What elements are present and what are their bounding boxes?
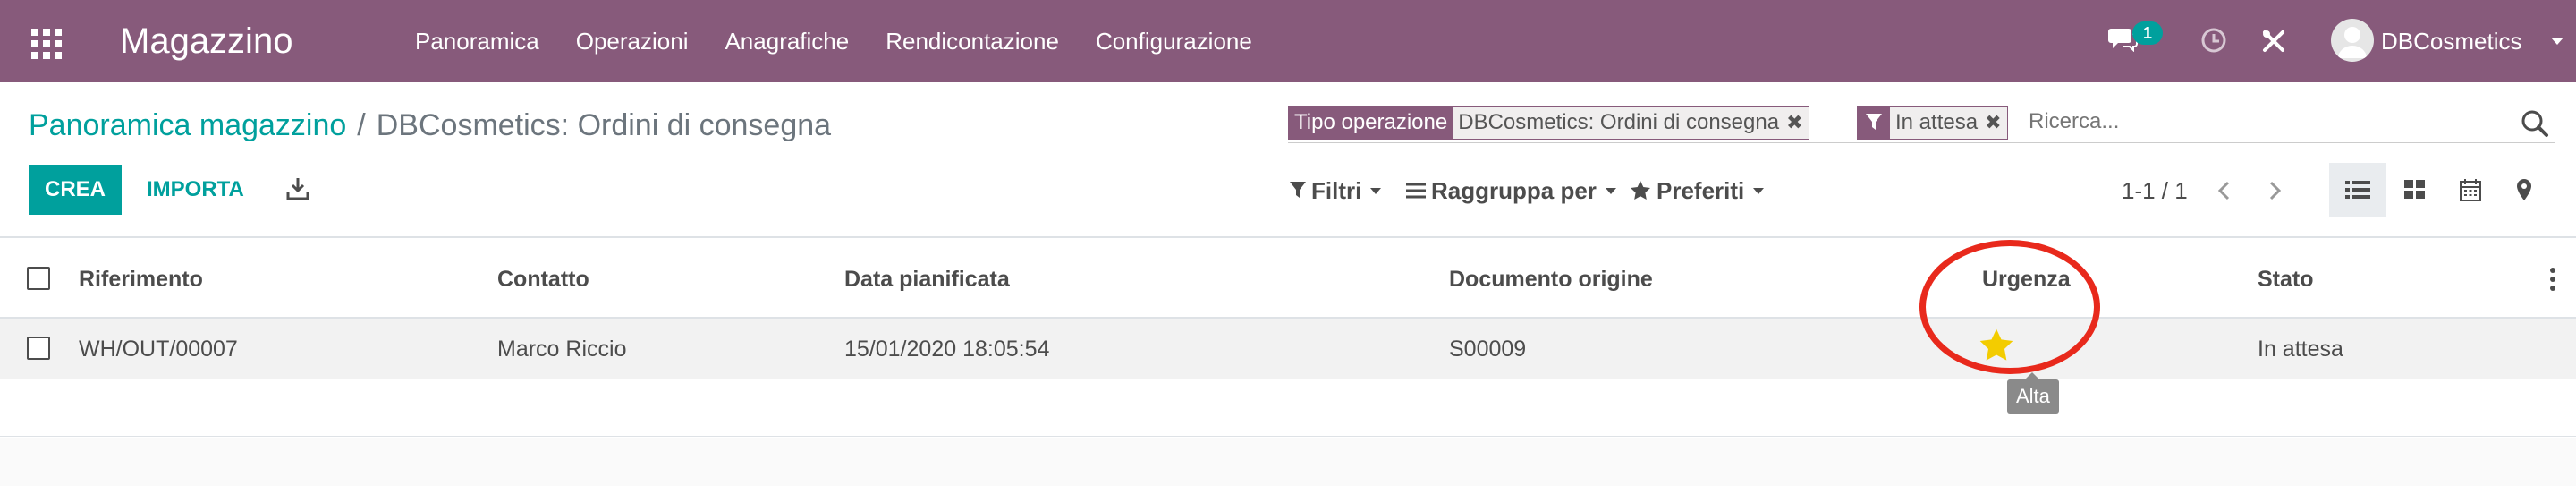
pager-value[interactable]: 1-1 / 1	[2122, 175, 2188, 206]
table-row[interactable]: WH/OUT/00007 Marco Riccio 15/01/2020 18:…	[0, 319, 2576, 379]
breadcrumb: Panoramica magazzino / DBCosmetics: Ordini…	[29, 106, 831, 145]
chat-count-badge: 1	[2132, 21, 2163, 45]
filters-label: Filtri	[1311, 176, 1362, 204]
cell-reference: WH/OUT/00007	[79, 337, 238, 362]
app-name[interactable]: Magazzino	[120, 20, 292, 63]
empty-row	[0, 379, 2576, 437]
column-header-status[interactable]: Stato	[2258, 265, 2314, 294]
priority-tooltip: Alta	[2007, 372, 2059, 414]
facet-value: DBCosmetics: Ordini di consegna ✖	[1453, 107, 1809, 139]
main-menu: Panoramica Operazioni Anagrafiche Rendic…	[415, 25, 1289, 57]
cell-contact: Marco Riccio	[497, 337, 627, 362]
kanban-view-button[interactable]	[2386, 163, 2444, 217]
cell-scheduled-date: 15/01/2020 18:05:54	[844, 337, 1050, 362]
apps-menu-icon[interactable]	[27, 24, 62, 59]
menu-item-panoramica[interactable]: Panoramica	[415, 25, 539, 57]
list-view-icon	[2345, 181, 2370, 199]
list-footer-area	[0, 438, 2576, 486]
user-name[interactable]: DBCosmetics	[2381, 25, 2521, 57]
list-icon	[1406, 183, 1426, 199]
create-button[interactable]: CREA	[29, 165, 122, 215]
facet-value-text: DBCosmetics: Ordini di consegna	[1458, 110, 1780, 134]
list-view-button[interactable]	[2329, 163, 2386, 217]
chevron-down-icon	[1605, 187, 1616, 194]
cell-source-document: S00009	[1449, 337, 1527, 362]
column-header-contact[interactable]: Contatto	[497, 265, 589, 294]
breadcrumb-separator: /	[357, 108, 366, 142]
calendar-icon	[2460, 179, 2481, 201]
search-facet-operation-type: Tipo operazione DBCosmetics: Ordini di c…	[1288, 106, 1809, 140]
cell-status: In attesa	[2258, 337, 2343, 362]
chevron-down-icon	[1370, 187, 1382, 194]
filter-icon	[1290, 182, 1306, 198]
favorites-label: Preferiti	[1657, 176, 1745, 204]
calendar-view-button[interactable]	[2442, 163, 2499, 217]
filter-icon	[1858, 107, 1890, 139]
close-icon[interactable]: ✖	[1985, 107, 2001, 139]
column-header-reference[interactable]: Riferimento	[79, 265, 203, 294]
column-options-icon[interactable]	[2549, 265, 2556, 294]
search-icon[interactable]	[2521, 109, 2549, 138]
chevron-left-icon[interactable]	[2211, 177, 2238, 204]
group-by-dropdown[interactable]: Raggruppa per	[1406, 175, 1616, 206]
star-icon	[1631, 181, 1650, 200]
menu-item-configurazione[interactable]: Configurazione	[1096, 25, 1252, 57]
table-header: Riferimento Contatto Data pianificata Do…	[0, 236, 2576, 319]
map-marker-icon	[2517, 179, 2531, 200]
debug-icon[interactable]	[2259, 27, 2288, 55]
clock-icon[interactable]	[2200, 27, 2227, 54]
search-bar: Tipo operazione DBCosmetics: Ordini di c…	[1288, 102, 2555, 143]
column-header-scheduled-date[interactable]: Data pianificata	[844, 265, 1010, 294]
favorites-dropdown[interactable]: Preferiti	[1630, 175, 1765, 206]
menu-item-anagrafiche[interactable]: Anagrafiche	[724, 25, 849, 57]
close-icon[interactable]: ✖	[1786, 107, 1802, 139]
highlight-circle-annotation	[1919, 240, 2100, 374]
facet-value-text: In attesa	[1895, 110, 1979, 134]
download-icon[interactable]	[284, 175, 311, 202]
page-title: DBCosmetics: Ordini di consegna	[376, 108, 832, 142]
chevron-down-icon[interactable]	[2551, 38, 2563, 45]
column-header-source-document[interactable]: Documento origine	[1449, 265, 1653, 294]
group-by-label: Raggruppa per	[1431, 176, 1597, 204]
chevron-right-icon[interactable]	[2261, 177, 2288, 204]
filters-dropdown[interactable]: Filtri	[1290, 175, 1382, 206]
facet-label: Tipo operazione	[1289, 107, 1453, 139]
search-facet-filter: In attesa ✖	[1857, 106, 2008, 140]
row-checkbox[interactable]	[27, 337, 50, 360]
search-input[interactable]	[2029, 106, 2476, 138]
select-all-checkbox[interactable]	[27, 267, 50, 290]
map-view-button[interactable]	[2496, 163, 2553, 217]
chevron-down-icon	[1753, 187, 1765, 194]
breadcrumb-parent-link[interactable]: Panoramica magazzino	[29, 108, 346, 142]
avatar[interactable]	[2331, 19, 2374, 62]
import-button[interactable]: IMPORTA	[141, 165, 250, 215]
top-navbar: Magazzino Panoramica Operazioni Anagrafi…	[0, 0, 2576, 82]
facet-value: In attesa ✖	[1890, 107, 2007, 139]
menu-item-operazioni[interactable]: Operazioni	[576, 25, 689, 57]
kanban-view-icon	[2404, 180, 2425, 199]
menu-item-rendicontazione[interactable]: Rendicontazione	[886, 25, 1059, 57]
